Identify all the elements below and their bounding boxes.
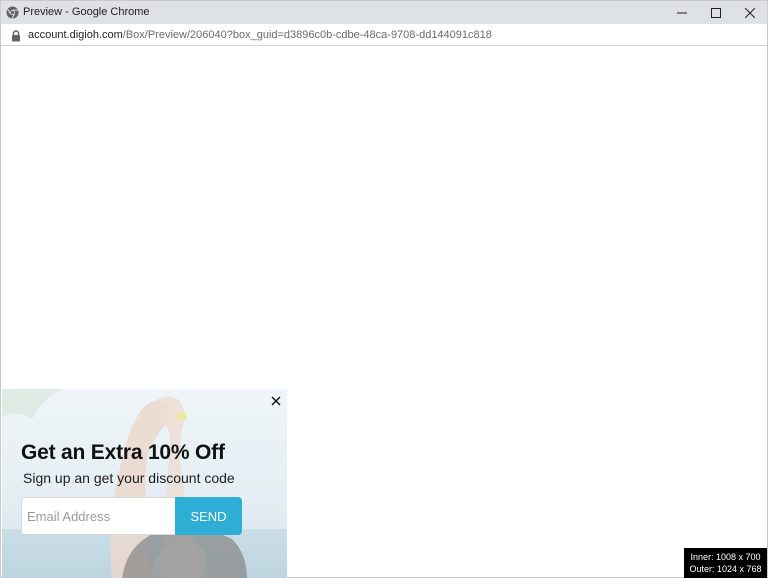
popup-subheading: Sign up an get your discount code: [23, 470, 235, 486]
url-path: /Box/Preview/206040?box_guid=d3896c0b-cd…: [122, 29, 492, 41]
address-bar[interactable]: account.digioh.com/Box/Preview/206040?bo…: [1, 24, 767, 46]
url-text[interactable]: account.digioh.com/Box/Preview/206040?bo…: [28, 29, 492, 41]
window-close-button[interactable]: [733, 1, 767, 24]
popup-close-button[interactable]: [268, 393, 284, 409]
url-host: account.digioh.com: [28, 29, 123, 41]
minimize-icon: [677, 12, 687, 13]
popup-heading: Get an Extra 10% Off: [21, 441, 225, 464]
close-icon: [271, 396, 281, 406]
browser-window: Preview - Google Chrome account.digioh.c…: [0, 0, 768, 578]
maximize-button[interactable]: [699, 1, 733, 24]
maximize-icon: [711, 7, 721, 18]
window-title: Preview - Google Chrome: [23, 6, 150, 18]
close-icon: [745, 7, 755, 18]
email-input[interactable]: [21, 497, 177, 535]
send-button[interactable]: SEND: [175, 497, 242, 535]
minimize-button[interactable]: [665, 1, 699, 24]
title-bar: Preview - Google Chrome: [1, 1, 767, 24]
chrome-icon: [6, 6, 19, 19]
lock-icon: [11, 29, 21, 42]
inner-dimensions: Inner: 1008 x 700: [690, 552, 761, 562]
outer-dimensions: Outer: 1024 x 768: [689, 564, 762, 574]
discount-popup: Get an Extra 10% Off Sign up an get your…: [2, 389, 287, 578]
window-dimensions-tooltip: Inner: 1008 x 700 Outer: 1024 x 768: [684, 548, 767, 578]
